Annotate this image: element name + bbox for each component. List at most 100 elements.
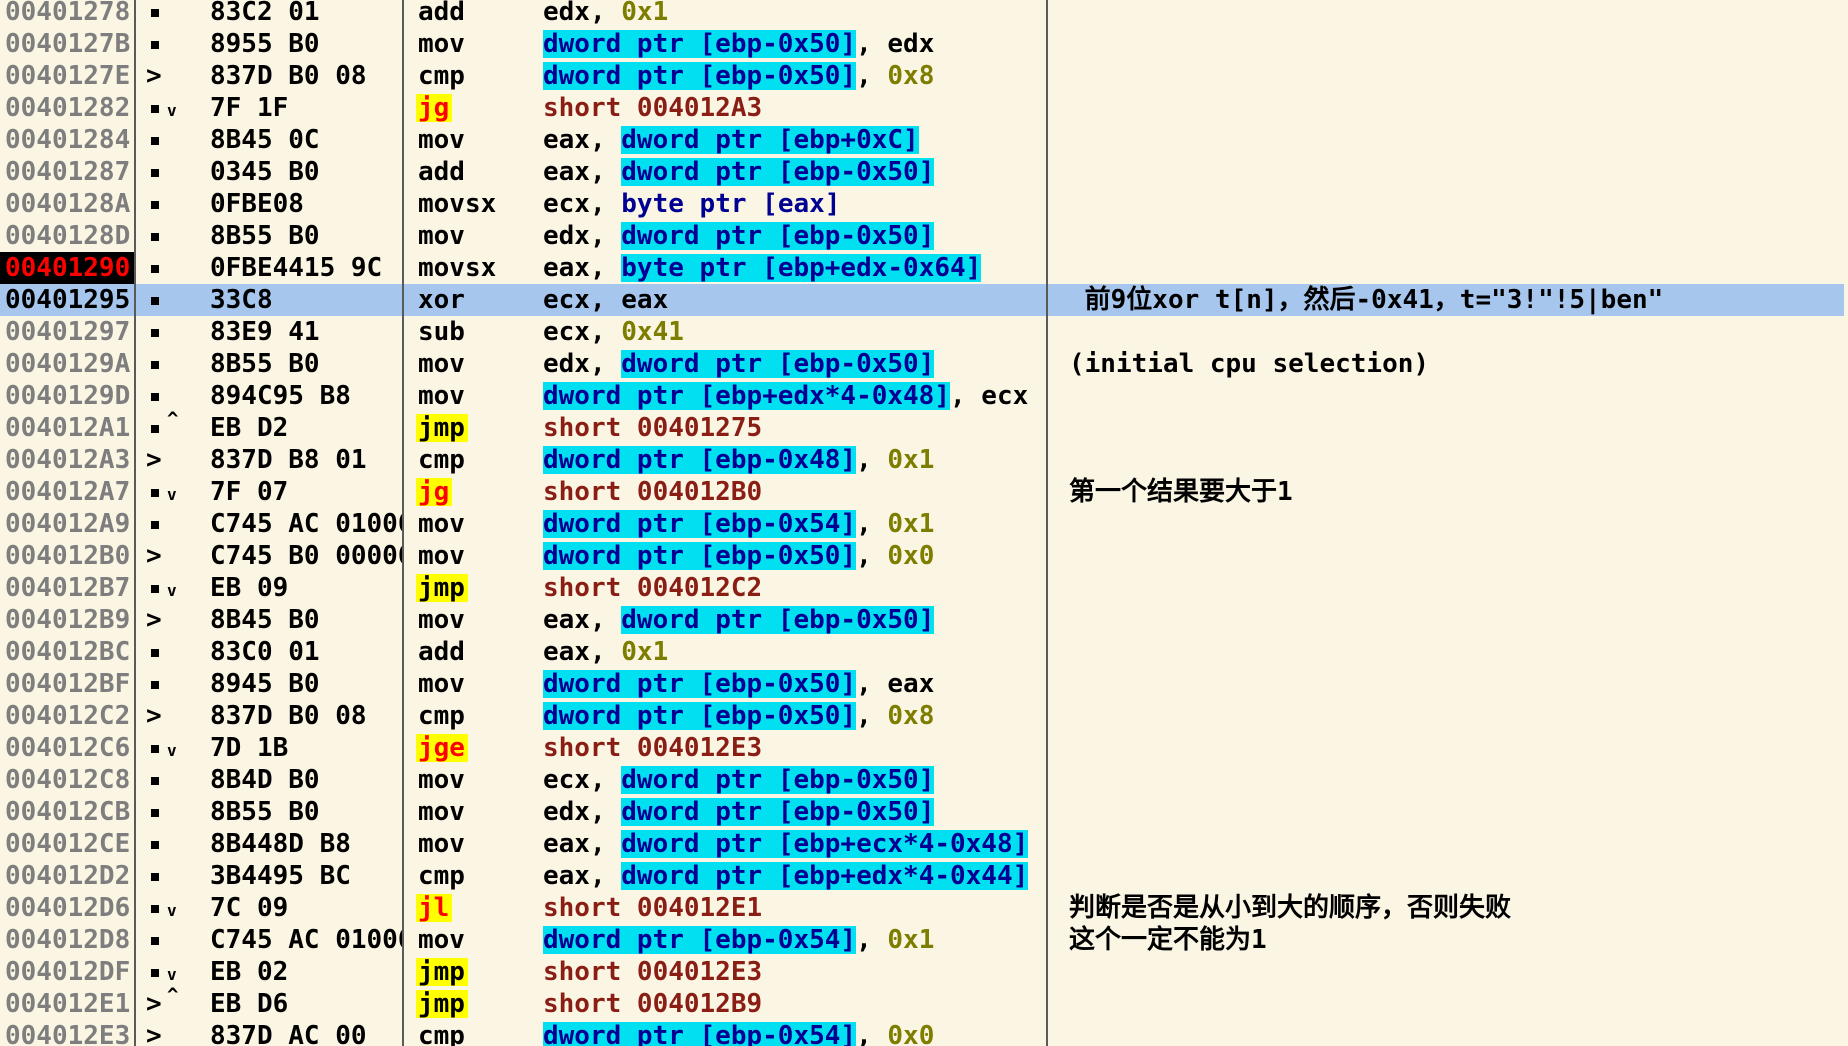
flow-dot-icon — [151, 937, 159, 945]
flow-dot-icon — [151, 105, 159, 113]
disasm-row[interactable]: 004012BF 8945 B0 mov dword ptr [ebp-0x50], … — [0, 668, 1848, 700]
breakpoint-address-cell[interactable]: 00401290 — [0, 252, 134, 284]
disasm-row[interactable]: 004012B7 v EB 09 jmp short 004012C2 — [0, 572, 1848, 604]
disasm-row[interactable]: 004012E1 > ^ EB D6 jmp short 004012B9 — [0, 986, 1848, 1020]
address-cell[interactable]: 0040129A — [0, 348, 134, 380]
address-cell[interactable]: 0040128D — [0, 220, 134, 252]
disasm-row[interactable]: 0040127B 8955 B0 mov dword ptr [ebp-0x50], … — [0, 28, 1848, 60]
address-cell[interactable]: 00401282 — [0, 92, 134, 124]
address-cell[interactable]: 004012C8 — [0, 764, 134, 796]
disassembly-pane[interactable]: 00401278 83C2 01 add edx, 0x1 0040127B 8955 B… — [0, 0, 1848, 1046]
disasm-row[interactable]: 004012CB 8B55 B0 mov edx, dword ptr [ebp-0x… — [0, 796, 1848, 828]
mnemonic-text: mov — [418, 829, 465, 859]
jump-target-icon: > — [146, 1021, 162, 1046]
disasm-row[interactable]: 004012C2 >837D B0 08 cmp dword ptr [ebp-0x5… — [0, 700, 1848, 732]
address-cell[interactable]: 004012C6 — [0, 732, 134, 764]
disasm-row[interactable]: 004012B9 >8B45 B0 mov eax, dword ptr [ebp-0… — [0, 604, 1848, 636]
address-cell[interactable]: 00401297 — [0, 316, 134, 348]
disasm-row[interactable]: 0040129A 8B55 B0 mov edx, dword ptr [ebp-0x… — [0, 348, 1848, 380]
address-cell[interactable]: 004012A3 — [0, 444, 134, 476]
address-cell[interactable]: 00401278 — [0, 0, 134, 28]
address-cell[interactable]: 004012A1 — [0, 412, 134, 444]
disasm-row[interactable]: 004012A7 v 7F 07 jg short 004012B0 第一个结果要大于1 — [0, 476, 1848, 508]
operand-segment: dword ptr [ebp-0x54] — [543, 1022, 857, 1046]
address-cell[interactable]: 004012D6 — [0, 892, 134, 924]
address-cell[interactable]: 00401295 — [0, 284, 134, 316]
column-separator-address[interactable] — [134, 0, 136, 1046]
operand-segment: short 004012E3 — [543, 957, 763, 987]
address-cell[interactable]: 00401284 — [0, 124, 134, 156]
disasm-row[interactable]: 004012C8 8B4D B0 mov ecx, dword ptr [ebp-0x… — [0, 764, 1848, 796]
address-cell[interactable]: 00401287 — [0, 156, 134, 188]
disasm-row[interactable]: 004012A9 C745 AC 01000000 mov dword ptr [eb… — [0, 508, 1848, 540]
operands-cell: dword ptr [ebp-0x50], 0x8 — [543, 702, 934, 730]
disasm-row[interactable]: 00401284 8B45 0C mov eax, dword ptr [ebp+0x… — [0, 124, 1848, 156]
disasm-row[interactable]: 0040128D 8B55 B0 mov edx, dword ptr [ebp-0x… — [0, 220, 1848, 252]
address-cell[interactable]: 0040129D — [0, 380, 134, 412]
flow-dot-icon — [151, 361, 159, 369]
operands-cell: short 004012B0 — [543, 478, 762, 506]
address-cell[interactable]: 0040128A — [0, 188, 134, 220]
disasm-row[interactable]: 004012C6 v 7D 1B jge short 004012E3 — [0, 732, 1848, 764]
operand-segment: dword ptr [ebp-0x50] — [621, 221, 935, 251]
operands-cell: ecx, byte ptr [eax] — [543, 190, 840, 218]
disasm-row[interactable]: 004012DF v EB 02 jmp short 004012E3 — [0, 956, 1848, 988]
flow-dot-icon — [151, 969, 159, 977]
column-separator-bytes[interactable] — [402, 0, 404, 1046]
mnemonic-text: movsx — [418, 189, 497, 219]
disasm-row[interactable]: 00401287 0345 B0 add eax, dword ptr [ebp-0x… — [0, 156, 1848, 188]
disasm-row[interactable]: 004012D8 C745 AC 01000000 mov dword ptr [eb… — [0, 924, 1848, 956]
address-cell[interactable]: 004012A9 — [0, 508, 134, 540]
mnemonic-cell: movsx — [418, 254, 496, 282]
address-cell[interactable]: 0040127E — [0, 60, 134, 92]
opcode-bytes-cell: 8B55 B0 — [210, 221, 320, 251]
disasm-row[interactable]: 00401278 83C2 01 add edx, 0x1 — [0, 0, 1848, 28]
disasm-row[interactable]: 00401290 0FBE4415 9C movsx eax, byte ptr [e… — [0, 252, 1848, 284]
disasm-row[interactable]: 0040128A 0FBE08 movsx ecx, byte ptr [eax] — [0, 188, 1848, 220]
address-cell[interactable]: 004012E1 — [0, 988, 134, 1020]
address-cell[interactable]: 004012D8 — [0, 924, 134, 956]
address-cell[interactable]: 004012A7 — [0, 476, 134, 508]
operand-segment: byte ptr [ebp+edx-0x64] — [621, 253, 982, 283]
disasm-row[interactable]: 004012E3 >837D AC 00 cmp dword ptr [ebp-0x5… — [0, 1020, 1848, 1046]
opcode-bytes-cell: 837D AC 00 — [210, 1021, 367, 1046]
operand-segment: dword ptr [ebp-0x50] — [621, 797, 935, 827]
disasm-row[interactable]: 004012B0 > C745 B0 00000000 mov dword ptr [e… — [0, 540, 1848, 572]
disasm-row[interactable]: 004012A1 ^ EB D2 jmp short 00401275 — [0, 410, 1848, 444]
address-cell[interactable]: 004012DF — [0, 956, 134, 988]
disasm-row[interactable]: 004012D2 3B4495 BC cmp eax, dword ptr [ebp+… — [0, 860, 1848, 892]
address-cell[interactable]: 004012B9 — [0, 604, 134, 636]
address-cell[interactable]: 004012B0 — [0, 540, 134, 572]
column-separator-comment[interactable] — [1046, 0, 1048, 1046]
disasm-row[interactable]: 00401295 33C8 xor ecx, eax 前9位xor t[n]，然后-0… — [0, 284, 1848, 316]
address-cell[interactable]: 004012CB — [0, 796, 134, 828]
opcode-bytes-cell: C745 AC 01000000 — [210, 925, 402, 955]
address-cell[interactable]: 004012CE — [0, 828, 134, 860]
jump-flow-marker: > — [146, 1020, 216, 1046]
jump-flow-marker: ^ — [146, 410, 216, 444]
address-cell[interactable]: 004012BF — [0, 668, 134, 700]
flow-dot-icon — [151, 649, 159, 657]
disasm-row[interactable]: 00401297 83E9 41 sub ecx, 0x41 — [0, 316, 1848, 348]
disasm-row[interactable]: 00401282 v 7F 1F jg short 004012A3 — [0, 92, 1848, 124]
address-cell[interactable]: 004012BC — [0, 636, 134, 668]
flow-dot-icon — [151, 681, 159, 689]
address-cell[interactable]: 0040127B — [0, 28, 134, 60]
disasm-row[interactable]: 004012CE 8B448D B8 mov eax, dword ptr [ebp+… — [0, 828, 1848, 860]
disasm-row[interactable]: 004012BC 83C0 01 add eax, 0x1 — [0, 636, 1848, 668]
mnemonic-cell: add — [418, 158, 465, 186]
operand-segment: short 004012C2 — [543, 573, 763, 603]
disasm-row[interactable]: 0040127E >837D B0 08 cmp dword ptr [ebp-0x5… — [0, 60, 1848, 92]
jump-target-icon: > — [146, 605, 162, 635]
address-cell[interactable]: 004012C2 — [0, 700, 134, 732]
operands-cell: short 004012A3 — [543, 94, 762, 122]
disasm-row[interactable]: 004012A3 >837D B8 01 cmp dword ptr [ebp-0x4… — [0, 444, 1848, 476]
disasm-row[interactable]: 004012D6 v 7C 09 jl short 004012E1 判断是否是从小到大的… — [0, 892, 1848, 924]
operand-segment: byte ptr [eax] — [621, 189, 841, 219]
operand-segment: eax, — [543, 637, 622, 667]
jump-flow-marker: > — [146, 604, 216, 636]
address-cell[interactable]: 004012D2 — [0, 860, 134, 892]
address-cell[interactable]: 004012E3 — [0, 1020, 134, 1046]
address-cell[interactable]: 004012B7 — [0, 572, 134, 604]
disasm-row[interactable]: 0040129D 894C95 B8 mov dword ptr [ebp+edx*4… — [0, 380, 1848, 412]
